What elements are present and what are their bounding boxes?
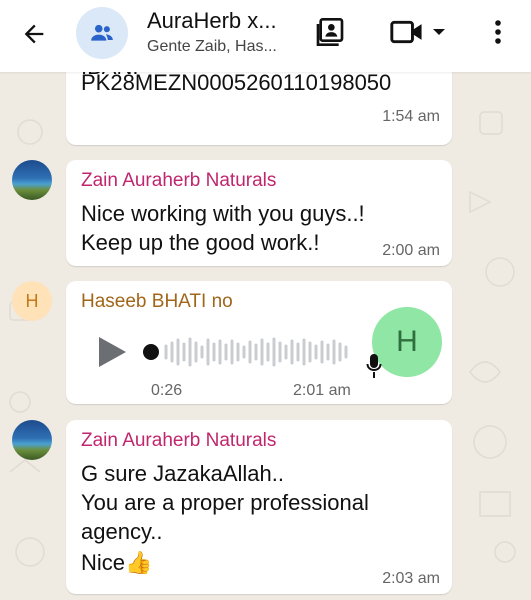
caret-down-icon xyxy=(433,29,445,35)
message-text: PK28MEZN0005260110198050 xyxy=(81,72,392,95)
message-time: 1:54 am xyxy=(382,108,440,125)
chat-title[interactable]: AuraHerb x... xyxy=(147,8,277,34)
contact-card-icon xyxy=(316,18,344,46)
video-camera-icon xyxy=(390,20,422,44)
voice-waveform[interactable] xyxy=(142,335,354,369)
avatar[interactable] xyxy=(12,160,52,200)
sender-name[interactable]: Haseeb BHATI no xyxy=(81,291,233,313)
contacts-button[interactable] xyxy=(312,14,348,50)
message-text: Nice👍 xyxy=(81,550,153,575)
message-text: Keep up the good work.! xyxy=(81,230,320,255)
message-time: 2:01 am xyxy=(293,382,351,399)
sender-name[interactable]: Zain Auraherb Naturals xyxy=(81,170,276,192)
arrow-left-icon xyxy=(24,24,44,44)
more-options-button[interactable] xyxy=(484,14,512,50)
group-avatar[interactable] xyxy=(76,7,128,59)
message-bubble[interactable]: Zain Auraherb Naturals G sure JazakaAlla… xyxy=(66,420,452,594)
video-call-button[interactable] xyxy=(388,14,448,50)
message-time: 2:00 am xyxy=(382,242,440,259)
message-text: Nice working with you guys..! xyxy=(81,201,365,226)
more-vertical-icon xyxy=(495,20,501,44)
message-text: G sure JazakaAllah.. xyxy=(81,461,284,486)
message-text: agency.. xyxy=(81,519,163,544)
voice-badge-letter: H xyxy=(396,325,418,358)
group-icon xyxy=(91,24,113,41)
voice-message-bubble[interactable]: Haseeb BHATI no 0:26 2:01 am H xyxy=(66,281,452,404)
voice-sender-badge: H xyxy=(372,307,442,377)
message-text: You are a proper professional xyxy=(81,490,369,515)
back-button[interactable] xyxy=(14,14,54,54)
chat-area[interactable]: IBAN: PK28MEZN0005260110198050 1:54 am Z… xyxy=(0,72,531,600)
voice-duration: 0:26 xyxy=(151,382,183,399)
play-button[interactable] xyxy=(96,335,128,369)
chat-header: AuraHerb x... Gente Zaib, Has... xyxy=(0,0,531,72)
avatar[interactable] xyxy=(12,420,52,460)
sender-name[interactable]: Zain Auraherb Naturals xyxy=(81,430,276,452)
microphone-icon xyxy=(366,354,382,378)
play-icon xyxy=(99,337,126,367)
chat-subtitle[interactable]: Gente Zaib, Has... xyxy=(147,38,277,56)
message-bubble[interactable]: IBAN: PK28MEZN0005260110198050 1:54 am xyxy=(66,72,452,145)
avatar[interactable]: H xyxy=(12,281,52,321)
message-bubble[interactable]: Zain Auraherb Naturals Nice working with… xyxy=(66,160,452,266)
message-time: 2:03 am xyxy=(382,570,440,587)
avatar-letter: H xyxy=(25,290,39,311)
